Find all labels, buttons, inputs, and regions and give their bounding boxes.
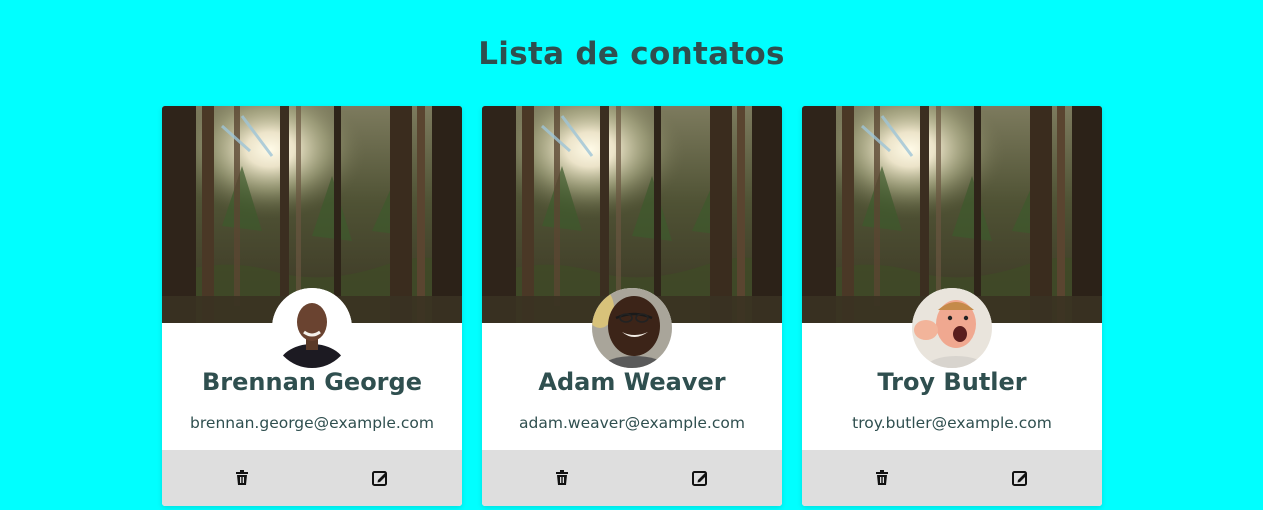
page-title: Lista de contatos [478, 36, 785, 72]
trash-icon[interactable] [872, 468, 892, 488]
avatar [272, 288, 352, 368]
card-actions [482, 450, 782, 506]
contact-card: Brennan George brennan.george@example.co… [162, 106, 462, 506]
contact-email: brennan.george@example.com [190, 414, 434, 432]
contact-card: Adam Weaver adam.weaver@example.com [482, 106, 782, 506]
trash-icon[interactable] [552, 468, 572, 488]
contact-name: Troy Butler [877, 368, 1027, 396]
contact-card: Troy Butler troy.butler@example.com [802, 106, 1102, 506]
contact-list: Brennan George brennan.george@example.co… [162, 106, 1102, 506]
card-actions [802, 450, 1102, 506]
edit-icon[interactable] [370, 468, 390, 488]
contact-name: Adam Weaver [538, 368, 726, 396]
contact-email: adam.weaver@example.com [519, 414, 745, 432]
trash-icon[interactable] [232, 468, 252, 488]
card-actions [162, 450, 462, 506]
avatar [592, 288, 672, 368]
edit-icon[interactable] [690, 468, 710, 488]
contact-email: troy.butler@example.com [852, 414, 1052, 432]
edit-icon[interactable] [1010, 468, 1030, 488]
avatar [912, 288, 992, 368]
contact-name: Brennan George [202, 368, 422, 396]
